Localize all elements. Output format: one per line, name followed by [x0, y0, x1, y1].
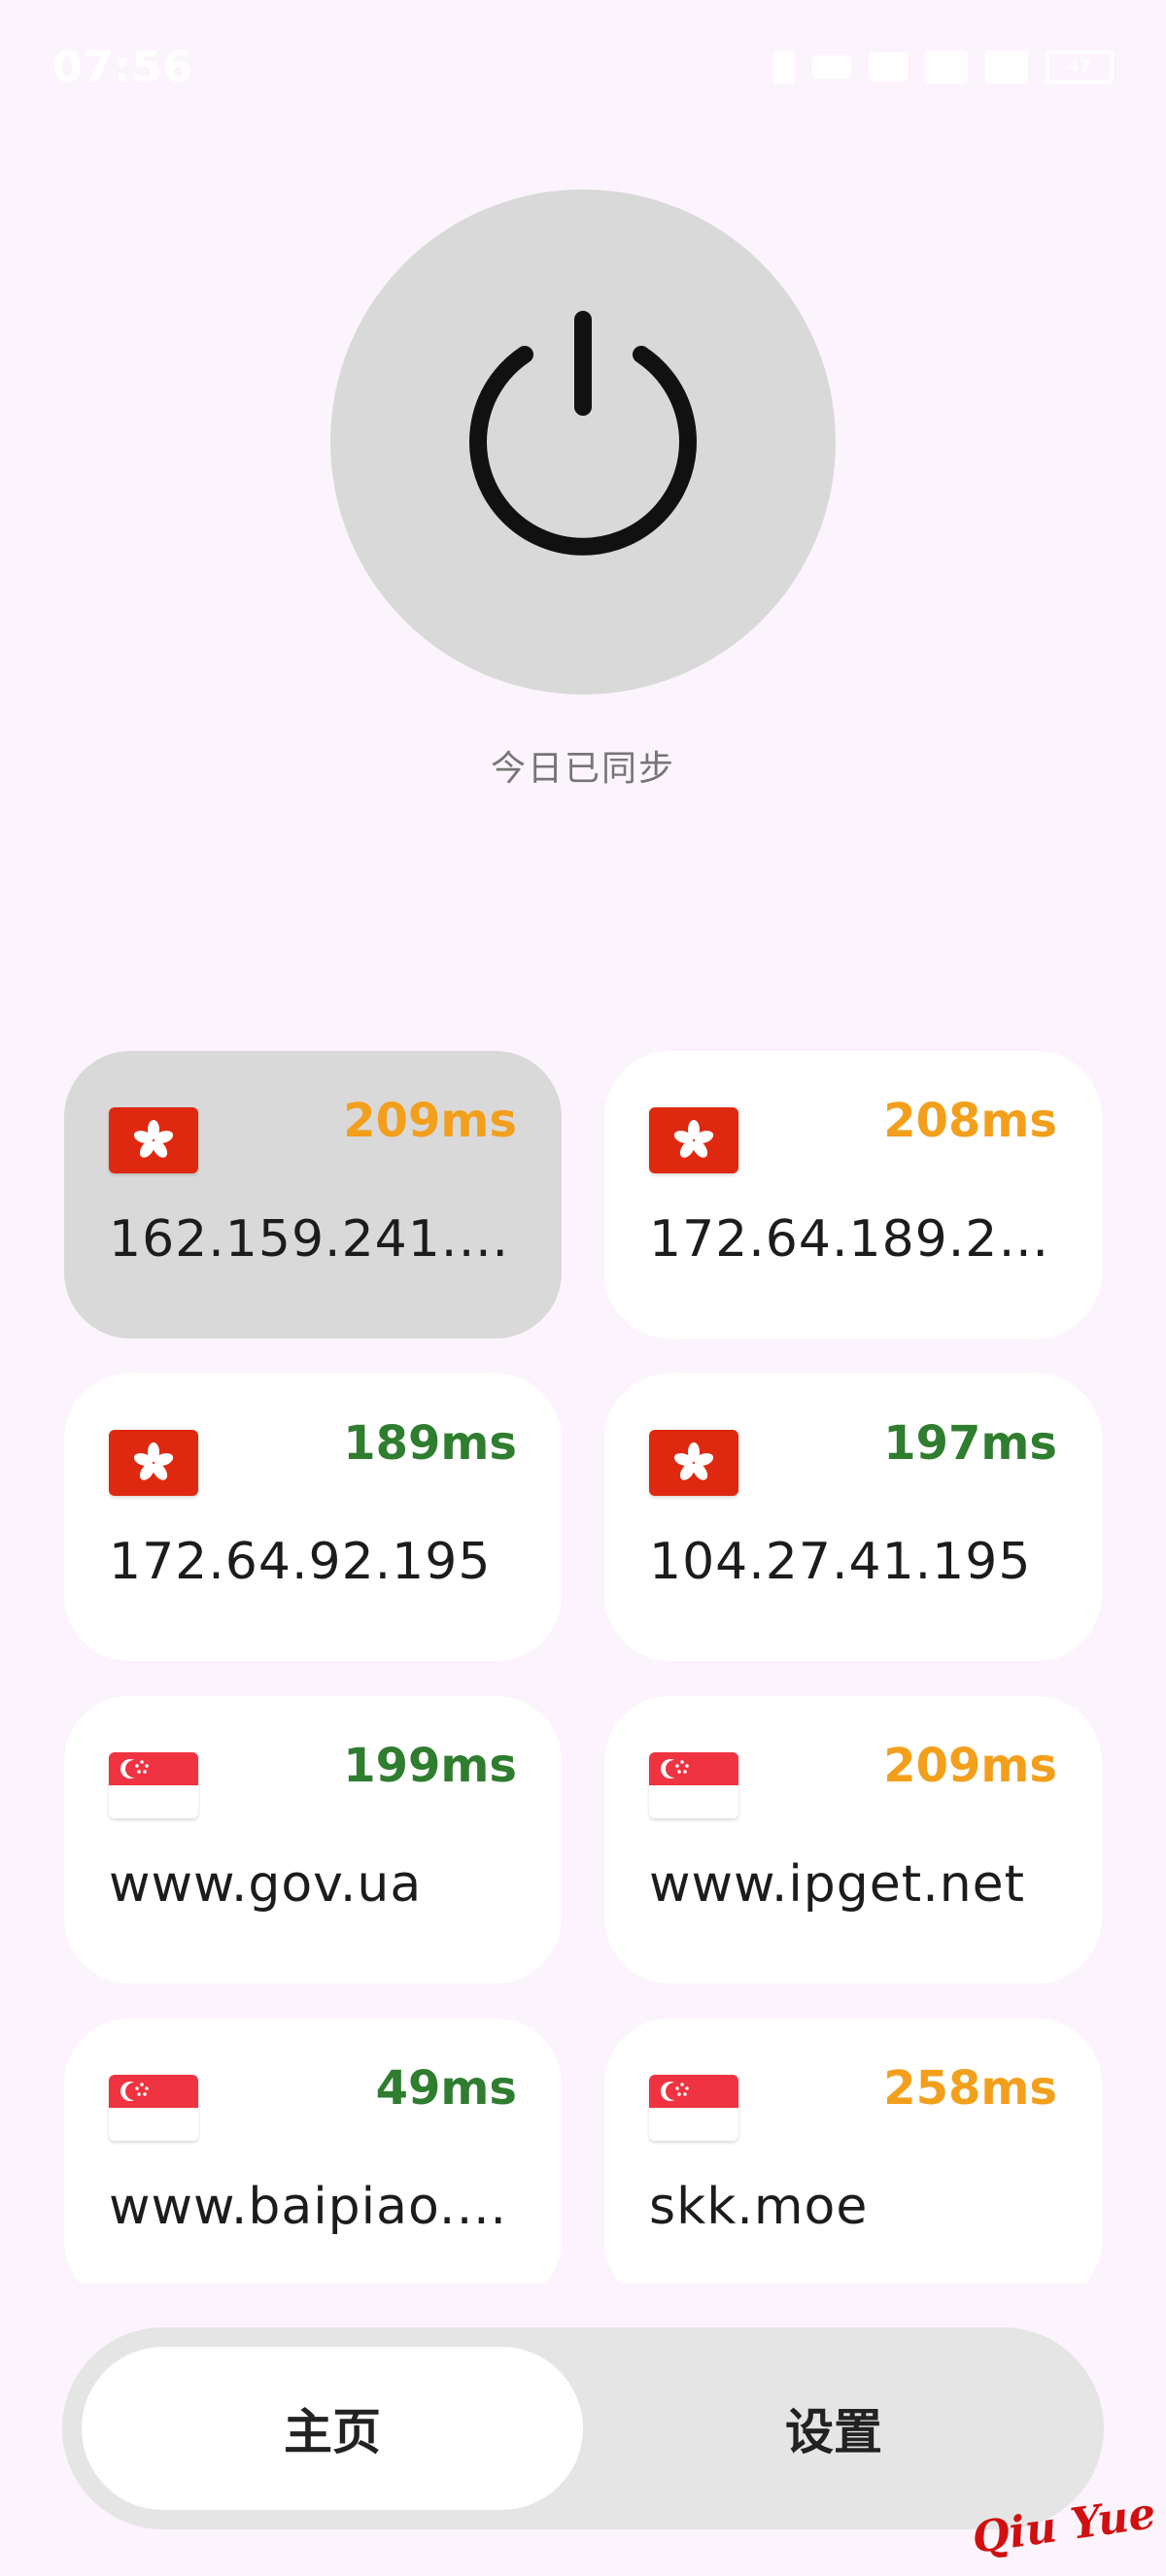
- latency-value: 189ms: [343, 1416, 517, 1471]
- tab-home[interactable]: 主页: [82, 2347, 583, 2510]
- singapore-flag-icon: [109, 1752, 198, 1818]
- hong-kong-flag-icon: [649, 1430, 738, 1496]
- server-list: 209ms 162.159.241.220 208ms 172.64.189.2…: [0, 0, 1166, 2283]
- server-card[interactable]: 208ms 172.64.189.220: [604, 1051, 1102, 1339]
- hong-kong-flag-icon: [109, 1430, 198, 1496]
- singapore-flag-icon: [649, 1752, 738, 1818]
- server-card[interactable]: 199ms www.gov.ua: [64, 1696, 562, 1983]
- latency-value: 209ms: [343, 1094, 517, 1148]
- server-host: 104.27.41.195: [649, 1533, 1032, 1591]
- bottom-nav-bar: 主页 设置: [62, 2327, 1104, 2529]
- latency-value: 258ms: [883, 2061, 1057, 2116]
- server-host: 172.64.92.195: [109, 1533, 492, 1591]
- latency-value: 209ms: [883, 1739, 1057, 1793]
- server-host: skk.moe: [649, 2178, 869, 2236]
- server-card[interactable]: 258ms skk.moe: [604, 2018, 1102, 2283]
- singapore-flag-icon: [109, 2075, 198, 2141]
- server-card[interactable]: 209ms www.ipget.net: [604, 1696, 1102, 1983]
- tab-settings[interactable]: 设置: [583, 2347, 1084, 2510]
- server-host: 172.64.189.220: [649, 1210, 1057, 1269]
- server-host: 162.159.241.220: [109, 1210, 517, 1269]
- server-card[interactable]: 189ms 172.64.92.195: [64, 1373, 562, 1661]
- latency-value: 208ms: [883, 1094, 1057, 1148]
- server-host: www.ipget.net: [649, 1855, 1026, 1914]
- server-card[interactable]: 197ms 104.27.41.195: [604, 1373, 1102, 1661]
- hong-kong-flag-icon: [109, 1107, 198, 1173]
- hong-kong-flag-icon: [649, 1107, 738, 1173]
- latency-value: 197ms: [883, 1416, 1057, 1471]
- latency-value: 49ms: [375, 2061, 517, 2116]
- server-card[interactable]: 49ms www.baipiao.e…: [64, 2018, 562, 2283]
- server-host: www.baipiao.e…: [109, 2178, 517, 2236]
- server-host: www.gov.ua: [109, 1855, 423, 1914]
- server-card[interactable]: 209ms 162.159.241.220: [64, 1051, 562, 1339]
- latency-value: 199ms: [343, 1739, 517, 1793]
- singapore-flag-icon: [649, 2075, 738, 2141]
